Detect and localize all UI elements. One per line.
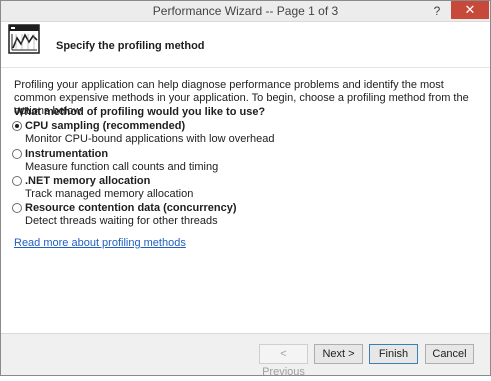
wizard-window: Performance Wizard -- Page 1 of 3 ? ✕ Sp… <box>0 0 491 378</box>
wizard-header: Specify the profiling method <box>1 22 490 68</box>
performance-chart-icon <box>8 24 40 54</box>
title-bar: Performance Wizard -- Page 1 of 3 ? ✕ <box>1 1 490 22</box>
close-button[interactable]: ✕ <box>451 1 489 19</box>
option-description: Detect threads waiting for other threads <box>25 215 218 227</box>
button-bar: < Previous Next > Finish Cancel <box>1 333 490 378</box>
option-label[interactable]: .NET memory allocation <box>25 175 150 187</box>
question-label: What method of profiling would you like … <box>14 106 266 118</box>
cancel-button[interactable]: Cancel <box>425 344 474 364</box>
wizard-content: Profiling your application can help diag… <box>1 69 490 333</box>
page-title: Specify the profiling method <box>56 40 205 52</box>
window-title: Performance Wizard -- Page 1 of 3 <box>152 4 339 18</box>
option-description: Monitor CPU-bound applications with low … <box>25 133 275 145</box>
option-label[interactable]: CPU sampling (recommended) <box>25 120 185 132</box>
radio-button-selected[interactable] <box>12 121 22 131</box>
previous-button[interactable]: < Previous <box>259 344 308 378</box>
radio-button[interactable] <box>12 203 22 213</box>
finish-button[interactable]: Finish <box>369 344 418 364</box>
option-label[interactable]: Resource contention data (concurrency) <box>25 202 237 214</box>
radio-button[interactable] <box>12 149 22 159</box>
option-description: Track managed memory allocation <box>25 188 194 200</box>
option-description: Measure function call counts and timing <box>25 161 219 173</box>
help-button[interactable]: ? <box>427 2 447 20</box>
read-more-link[interactable]: Read more about profiling methods <box>14 237 186 249</box>
next-button[interactable]: Next > <box>314 344 363 364</box>
radio-button[interactable] <box>12 176 22 186</box>
option-label[interactable]: Instrumentation <box>25 148 108 160</box>
